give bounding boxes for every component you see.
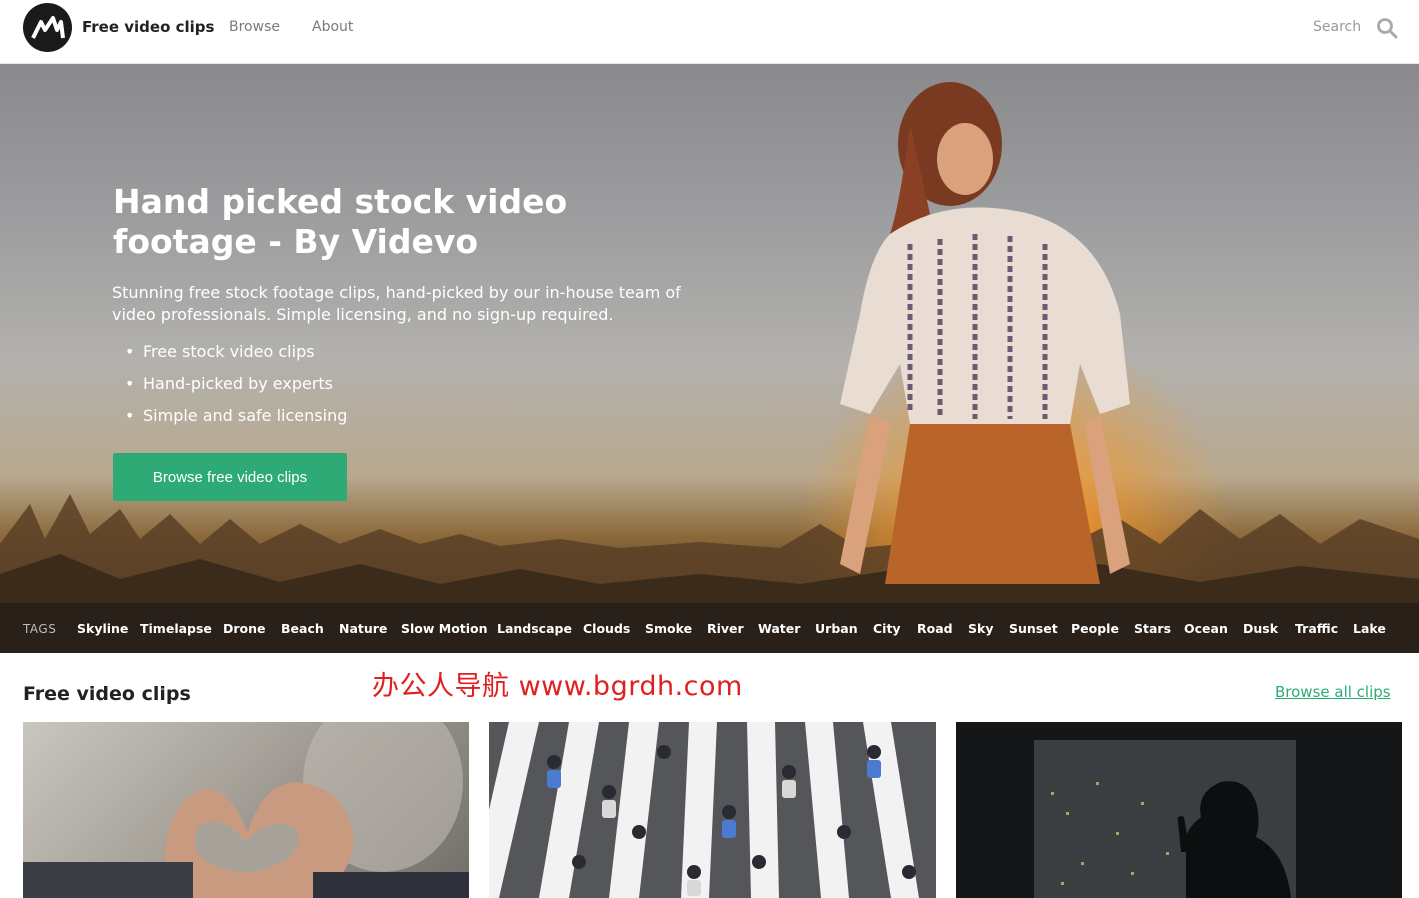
- hero-lead-text: Stunning free stock footage clips, hand-…: [112, 283, 681, 324]
- feature-item: Simple and safe licensing: [125, 400, 347, 432]
- tag-link[interactable]: Landscape: [497, 621, 572, 636]
- tag-link[interactable]: Sky: [968, 621, 993, 636]
- brand-link[interactable]: Free video clips: [82, 18, 214, 36]
- tags-bar: TAGS Skyline Timelapse Drone Beach Natur…: [0, 603, 1419, 653]
- tag-link[interactable]: Dusk: [1243, 621, 1278, 636]
- section-title: Free video clips: [23, 683, 191, 705]
- search-label[interactable]: Search: [1313, 19, 1361, 35]
- tag-link[interactable]: Nature: [339, 621, 387, 636]
- heart-hands-thumbnail: [23, 722, 469, 898]
- video-card[interactable]: [23, 722, 469, 898]
- tags-label: TAGS: [23, 622, 57, 636]
- tag-link[interactable]: Timelapse: [140, 621, 212, 636]
- video-card[interactable]: [956, 722, 1402, 898]
- tag-link[interactable]: People: [1071, 621, 1119, 636]
- logo-m-icon: [30, 15, 65, 39]
- feature-item: Hand-picked by experts: [125, 368, 347, 400]
- browse-free-clips-button[interactable]: Browse free video clips: [113, 453, 347, 501]
- hero-banner: Hand picked stock video footage - By Vid…: [0, 64, 1419, 653]
- hero-title: Hand picked stock video footage - By Vid…: [113, 182, 568, 261]
- woman-figure-image: [840, 82, 1130, 584]
- tag-link[interactable]: Beach: [281, 621, 324, 636]
- tag-link[interactable]: Stars: [1134, 621, 1171, 636]
- nav-browse-link[interactable]: Browse: [229, 19, 280, 35]
- tag-link[interactable]: City: [873, 621, 901, 636]
- hero-feature-list: Free stock video clips Hand-picked by ex…: [125, 336, 347, 432]
- tag-link[interactable]: Drone: [223, 621, 266, 636]
- crosswalk-thumbnail: [489, 722, 936, 898]
- tag-link[interactable]: Sunset: [1009, 621, 1058, 636]
- videvo-logo[interactable]: [23, 3, 72, 52]
- video-card[interactable]: [489, 722, 936, 898]
- watermark-text: 办公人导航 www.bgrdh.com: [372, 671, 743, 702]
- nav-about-link[interactable]: About: [312, 19, 353, 35]
- tag-link[interactable]: Smoke: [645, 621, 692, 636]
- tag-link[interactable]: Water: [758, 621, 800, 636]
- tag-link[interactable]: Road: [917, 621, 953, 636]
- tag-link[interactable]: Slow Motion: [401, 621, 488, 636]
- browse-all-clips-link[interactable]: Browse all clips: [1275, 683, 1391, 701]
- search-icon[interactable]: [1376, 17, 1398, 39]
- tag-link[interactable]: River: [707, 621, 744, 636]
- tag-link[interactable]: Urban: [815, 621, 858, 636]
- feature-item: Free stock video clips: [125, 336, 347, 368]
- top-navigation: Free video clips Browse About Search: [0, 0, 1419, 64]
- tag-link[interactable]: Clouds: [583, 621, 630, 636]
- tag-link[interactable]: Lake: [1353, 621, 1386, 636]
- tag-link[interactable]: Skyline: [77, 621, 128, 636]
- tag-link[interactable]: Traffic: [1295, 621, 1338, 636]
- window-silhouette-thumbnail: [956, 722, 1402, 898]
- tag-link[interactable]: Ocean: [1184, 621, 1228, 636]
